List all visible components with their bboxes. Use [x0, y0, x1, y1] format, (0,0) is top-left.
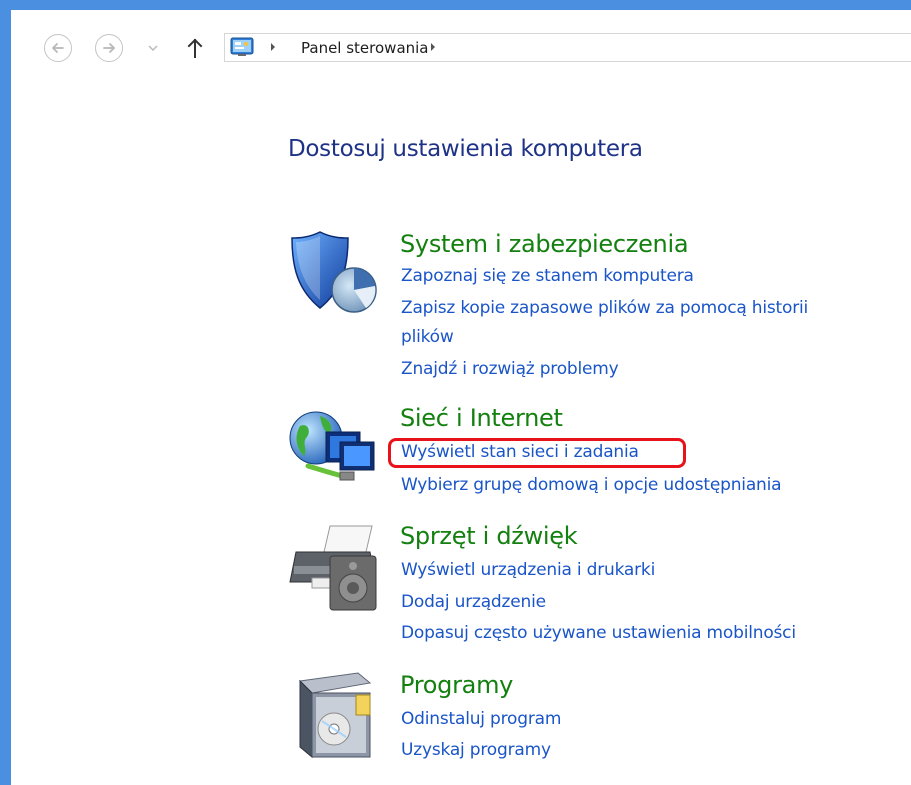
up-button[interactable]: [186, 35, 204, 61]
category-programs: Programy Odinstaluj program Uzyskaj prog…: [286, 671, 886, 771]
page-title: Dostosuj ustawienia komputera: [288, 136, 643, 162]
network-globe-icon: [289, 411, 375, 481]
address-bar[interactable]: Panel sterowania: [224, 33, 911, 62]
link-file-history-backup-cont[interactable]: plików: [401, 327, 454, 347]
link-add-device[interactable]: Dodaj urządzenie: [401, 592, 546, 612]
link-mobility-settings[interactable]: Dopasuj często używane ustawienia mobiln…: [401, 623, 796, 643]
recent-locations-button[interactable]: [146, 40, 160, 54]
category-title-system-security[interactable]: System i zabezpieczenia: [400, 230, 689, 258]
shield-icon: [291, 231, 377, 313]
link-uninstall-program[interactable]: Odinstaluj program: [401, 709, 561, 729]
control-panel-icon: [230, 37, 254, 56]
category-hardware-sound: Sprzęt i dźwięk Wyświetl urządzenia i dr…: [286, 522, 886, 652]
up-arrow-icon: [187, 38, 203, 58]
link-homegroup-sharing[interactable]: Wybierz grupę domową i opcje udostępnian…: [401, 475, 782, 495]
link-troubleshoot[interactable]: Znajdź i rozwiąż problemy: [401, 359, 619, 379]
breadcrumb-chevron-icon[interactable]: [269, 42, 277, 52]
forward-arrow-icon: [103, 43, 115, 53]
link-computer-status[interactable]: Zapoznaj się ze stanem komputera: [401, 266, 694, 286]
forward-button[interactable]: [95, 34, 123, 62]
category-system-security: System i zabezpieczenia Zapoznaj się ze …: [286, 228, 886, 388]
link-get-programs[interactable]: Uzyskaj programy: [401, 740, 551, 760]
back-arrow-icon: [52, 43, 64, 53]
category-title-programs[interactable]: Programy: [400, 671, 513, 699]
link-file-history-backup[interactable]: Zapisz kopie zapasowe plików za pomocą h…: [401, 298, 808, 318]
highlight-annotation: [388, 438, 686, 468]
chevron-down-icon: [148, 45, 158, 51]
breadcrumb-control-panel[interactable]: Panel sterowania: [301, 39, 429, 57]
programs-box-icon: [298, 672, 372, 759]
explorer-window: [0, 0, 911, 785]
back-button[interactable]: [44, 34, 72, 62]
breadcrumb-chevron-icon[interactable]: [429, 42, 437, 52]
category-title-network-internet[interactable]: Sieć i Internet: [400, 404, 563, 432]
category-title-hardware-sound[interactable]: Sprzęt i dźwięk: [400, 522, 578, 550]
printer-speaker-icon: [289, 525, 377, 611]
link-devices-printers[interactable]: Wyświetl urządzenia i drukarki: [401, 560, 655, 580]
